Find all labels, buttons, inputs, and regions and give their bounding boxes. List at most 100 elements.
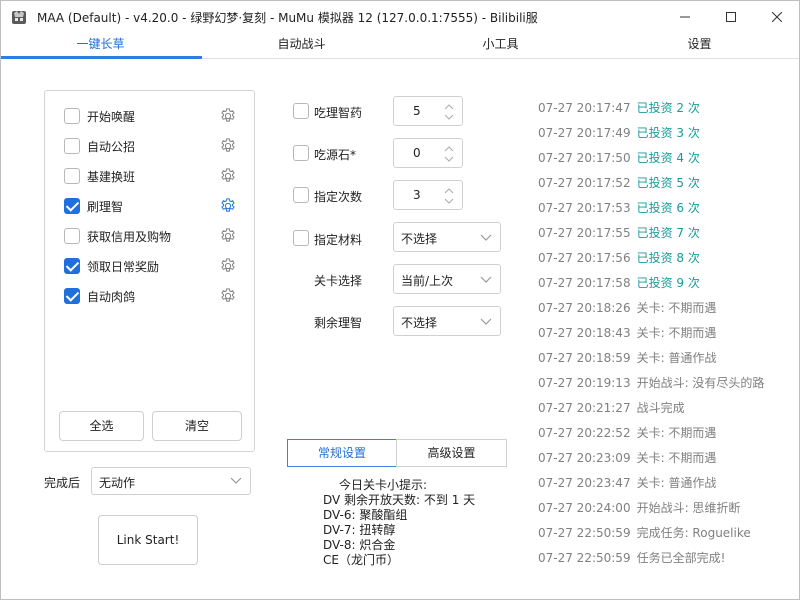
originium-checkbox[interactable] [293,145,309,161]
close-button[interactable] [754,1,800,32]
log-time: 07-27 20:17:53 [538,201,631,215]
originium-value: 0 [413,146,421,160]
task-checkbox[interactable] [64,138,80,154]
chevron-down-icon [480,234,492,241]
log-entry: 07-27 20:23:47 关卡: 普通作战 [538,474,788,492]
remaining-sanity-label: 剩余理智 [314,316,363,330]
log-message: 关卡: 普通作战 [636,476,717,490]
task-checkbox[interactable] [64,258,80,274]
log-entry: 07-27 20:18:26 关卡: 不期而遇 [538,299,788,317]
log-time: 07-27 20:17:50 [538,151,631,165]
chevron-down-icon [480,276,492,283]
task-item[interactable]: 基建换班 [64,165,244,187]
sanity-potion-checkbox[interactable] [293,103,309,119]
log-entry: 07-27 22:50:59 完成任务: Roguelike [538,524,788,542]
remaining-sanity-value: 不选择 [401,316,438,330]
log-entry: 07-27 20:18:43 关卡: 不期而遇 [538,324,788,342]
log-entry: 07-27 20:17:52 已投资 5 次 [538,174,788,192]
task-label: 基建换班 [87,170,136,184]
task-item[interactable]: 自动公招 [64,135,244,157]
task-label: 刷理智 [87,200,124,214]
material-checkbox[interactable] [293,230,309,246]
task-checkbox[interactable] [64,108,80,124]
log-entry: 07-27 20:17:53 已投资 6 次 [538,199,788,217]
clear-button[interactable]: 清空 [152,411,242,441]
gear-icon[interactable] [219,257,237,275]
stage-select[interactable]: 当前/上次 [393,264,501,294]
stepper-arrows-icon[interactable] [444,187,454,205]
minimize-button[interactable] [662,1,708,32]
log-entry: 07-27 20:19:13 开始战斗: 没有尽头的路 [538,374,788,392]
remaining-sanity-select[interactable]: 不选择 [393,306,501,336]
tab-normal-settings[interactable]: 常规设置 [287,439,397,467]
maximize-button[interactable] [708,1,754,32]
originium-stepper[interactable]: 0 [393,138,463,168]
log-time: 07-27 20:18:43 [538,326,631,340]
chevron-down-icon [230,477,242,484]
tab-one-click[interactable]: 一键长草 [1,32,200,59]
task-item[interactable]: 开始唤醒 [64,105,244,127]
select-all-button[interactable]: 全选 [59,411,144,441]
tip-line: DV-7: 扭转醇 [323,523,396,537]
times-checkbox[interactable] [293,187,309,203]
tab-auto-battle[interactable]: 自动战斗 [202,32,401,59]
tab-tools[interactable]: 小工具 [401,32,600,59]
stepper-arrows-icon[interactable] [444,103,454,121]
log-time: 07-27 22:50:59 [538,526,631,540]
log-time: 07-27 20:22:52 [538,426,631,440]
log-message: 关卡: 不期而遇 [636,451,717,465]
link-start-button[interactable]: Link Start! [98,515,198,565]
gear-icon[interactable] [219,137,237,155]
log-message: 关卡: 普通作战 [636,351,717,365]
tab-advanced-settings[interactable]: 高级设置 [396,439,507,467]
log-entry: 07-27 20:17:49 已投资 3 次 [538,124,788,142]
times-label: 指定次数 [314,190,363,204]
log-time: 07-27 20:17:49 [538,126,631,140]
log-entry: 07-27 20:17:56 已投资 8 次 [538,249,788,267]
log-message: 已投资 6 次 [636,201,700,215]
log-entry: 07-27 20:17:58 已投资 9 次 [538,274,788,292]
title-bar[interactable]: MAA (Default) - v4.20.0 - 绿野幻梦·复刻 - MuMu… [1,1,799,32]
stage-tips: 今日关卡小提示: DV 剩余开放天数: 不到 1 天 DV-6: 聚酸酯组 DV… [323,478,475,568]
chevron-down-icon [480,318,492,325]
times-stepper[interactable]: 3 [393,180,463,210]
task-item[interactable]: 领取日常奖励 [64,255,244,277]
task-item[interactable]: 刷理智 [64,195,244,217]
log-time: 07-27 20:17:58 [538,276,631,290]
task-item[interactable]: 获取信用及购物 [64,225,244,247]
material-select[interactable]: 不选择 [393,222,501,252]
tab-settings[interactable]: 设置 [600,32,799,59]
tip-line: DV-6: 聚酸酯组 [323,508,408,522]
task-checkbox[interactable] [64,168,80,184]
stage-value: 当前/上次 [401,274,454,288]
log-time: 07-27 20:17:56 [538,251,631,265]
maximize-icon [726,11,736,22]
log-time: 07-27 22:50:59 [538,551,631,565]
log-time: 07-27 20:18:59 [538,351,631,365]
task-label: 自动肉鸽 [87,290,136,304]
app-window: MAA (Default) - v4.20.0 - 绿野幻梦·复刻 - MuMu… [0,0,800,600]
sanity-potion-stepper[interactable]: 5 [393,96,463,126]
log-time: 07-27 20:19:13 [538,376,631,390]
log-message: 已投资 5 次 [636,176,700,190]
task-checkbox[interactable] [64,198,80,214]
tip-line: DV-8: 炽合金 [323,538,396,552]
log-message: 关卡: 不期而遇 [636,301,717,315]
task-item[interactable]: 自动肉鸽 [64,285,244,307]
task-checkbox[interactable] [64,228,80,244]
gear-icon[interactable] [219,167,237,185]
after-complete-select[interactable]: 无动作 [91,467,251,495]
gear-icon[interactable] [219,197,237,215]
log-entry: 07-27 20:24:00 开始战斗: 思维折断 [538,499,788,517]
log-message: 完成任务: Roguelike [636,526,751,540]
gear-icon[interactable] [219,227,237,245]
log-message: 战斗完成 [636,401,685,415]
stepper-arrows-icon[interactable] [444,145,454,163]
gear-icon[interactable] [219,287,237,305]
gear-icon[interactable] [219,107,237,125]
times-value: 3 [413,188,421,202]
task-checkbox[interactable] [64,288,80,304]
log-message: 关卡: 不期而遇 [636,326,717,340]
log-time: 07-27 20:24:00 [538,501,631,515]
log-entry: 07-27 20:21:27 战斗完成 [538,399,788,417]
